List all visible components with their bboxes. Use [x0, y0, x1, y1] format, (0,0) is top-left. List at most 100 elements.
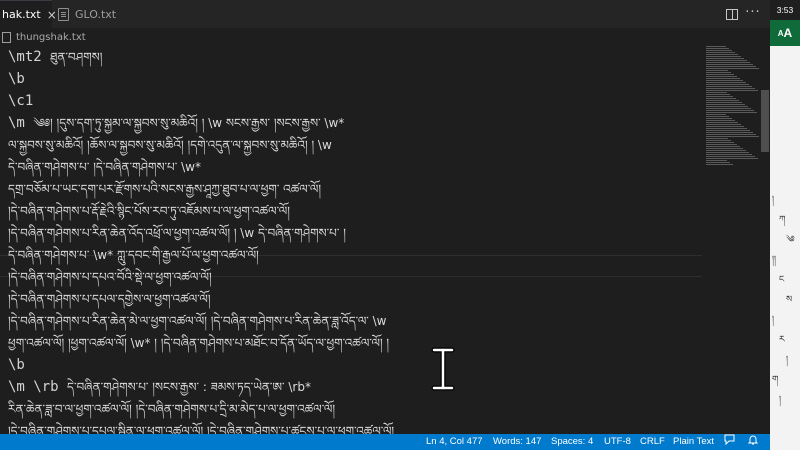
minimap-line [706, 108, 751, 109]
breadcrumb[interactable]: thungshak.txt [0, 28, 770, 46]
minimap[interactable] [704, 46, 760, 166]
vertical-scrollbar[interactable] [760, 46, 770, 434]
code-line[interactable]: ཕྱག་འཚལ་ལོ། །ཕྱག་འཚལ་ལོ། \w* ། །དེ་བཞིན་… [8, 332, 389, 354]
minimap-line [706, 74, 734, 75]
side-glyph: ར [779, 335, 785, 345]
minimap-line [706, 68, 759, 69]
code-line[interactable]: \mt2 ཐུན་བཤགས། [8, 46, 102, 68]
minimap-line [706, 54, 738, 55]
minimap-line [706, 76, 737, 77]
font-size-button[interactable]: AA [770, 20, 800, 46]
encoding[interactable]: UTF-8 [604, 434, 631, 450]
minimap-line [706, 132, 753, 133]
feedback-icon[interactable] [724, 434, 735, 450]
minimap-line [706, 164, 733, 165]
minimap-line [706, 158, 758, 159]
scrollbar-thumb[interactable] [761, 90, 769, 152]
code-line[interactable]: \b [8, 354, 25, 376]
minimap-line [706, 128, 747, 129]
minimap-line [706, 146, 740, 147]
minimap-line [706, 120, 735, 121]
minimap-line [706, 92, 727, 93]
minimap-line [706, 160, 727, 161]
text-area[interactable]: \mt2 ཐུན་བཤགས། \b \c1 \m ༄༅། །དུས་དག་ཏུ་… [0, 46, 702, 434]
minimap-line [706, 52, 735, 53]
code-line[interactable]: \c1 [8, 90, 33, 112]
side-glyph: ས [786, 295, 793, 305]
minimap-line [706, 162, 730, 163]
indentation[interactable]: Spaces: 4 [551, 434, 593, 450]
side-glyph: ། [786, 355, 788, 365]
side-glyph: ག [772, 375, 779, 385]
minimap-line [706, 148, 743, 149]
code-line[interactable]: །དེ་བཞིན་གཤེགས་པ་དཔལ་སྦྱིན་ལ་ཕྱག་འཚལ་ལོ།… [8, 420, 394, 434]
minimap-line [706, 72, 731, 73]
minimap-line [706, 112, 757, 113]
minimap-line [706, 100, 739, 101]
code-line[interactable]: །དེ་བཞིན་གཤེགས་པ་དཔལ་དགྱེས་ལ་ཕྱག་འཚལ་ལོ། [8, 288, 211, 310]
code-line[interactable]: །དེ་བཞིན་གཤེགས་པ་རྡོ་རྗེའི་སྙིང་པོས་རབ་ཏ… [8, 200, 290, 222]
language-mode[interactable]: Plain Text [673, 434, 714, 450]
minimap-line [706, 142, 734, 143]
minimap-line [706, 124, 741, 125]
minimap-line [706, 152, 749, 153]
side-glyph: ། [772, 315, 774, 325]
code-line[interactable]: དེ་བཞིན་གཤེགས་པ་ \w* ཀླུ་དབང་གི་རྒྱལ་པོ་… [8, 244, 259, 266]
side-app-panel: 3:53 AA ། ཀ ༄ །། ང ས ། ར ། ག ། [770, 0, 800, 450]
minimap-line [706, 62, 750, 63]
minimap-line [706, 94, 730, 95]
minimap-line [706, 98, 736, 99]
minimap-line [706, 70, 728, 71]
minimap-line [706, 80, 743, 81]
minimap-line [706, 48, 729, 49]
code-line[interactable]: \m ༄༅། །དུས་དག་ཏུ་སྐྱམ་ལ་སྐྱབས་སུ་མཆིའོ།… [8, 112, 344, 134]
minimap-line [706, 114, 726, 115]
code-line[interactable]: ལ་སྐྱབས་སུ་མཆིའོ། །ཆོས་ལ་སྐྱབས་སུ་མཆིའོ།… [8, 134, 332, 156]
word-count: Words: 147 [493, 436, 542, 447]
minimap-line [706, 88, 755, 89]
code-editor[interactable]: hak.txt × GLO.txt ··· thungshak.txt \mt2… [0, 0, 770, 450]
minimap-line [706, 136, 759, 137]
minimap-line [706, 82, 746, 83]
code-line[interactable]: དེ་བཞིན་གཤེགས་པ་ །དེ་བཞིན་གཤེགས་པ་ \w* [8, 156, 201, 178]
minimap-line [706, 154, 752, 155]
code-line[interactable]: \m \rb དེ་བཞིན་གཤེགས་པ་ །སངས་རྒྱས་ : ཟམས… [8, 376, 311, 398]
side-glyph: ། [772, 195, 774, 205]
tab-hak-txt[interactable]: hak.txt × [0, 0, 57, 28]
minimap-line [706, 56, 741, 57]
minimap-line [706, 78, 740, 79]
tab-glo-txt[interactable]: GLO.txt [54, 0, 140, 28]
minimap-line [706, 50, 732, 51]
status-bar: Ln 4, Col 477 Words: 147 Spaces: 4 UTF-8… [0, 434, 770, 450]
split-editor-icon[interactable] [724, 6, 740, 22]
code-line[interactable]: །དེ་བཞིན་གཤེགས་པ་དཔའ་བོའི་སྡེ་ལ་ཕྱག་འཚལ་… [8, 266, 212, 288]
more-actions-icon[interactable]: ··· [745, 4, 761, 20]
minimap-line [706, 64, 753, 65]
minimap-line [706, 104, 745, 105]
code-line[interactable]: །དེ་བཞིན་གཤེགས་པ་རིན་ཆེན་འོད་འཕྲོ་ལ་ཕྱག་… [8, 222, 346, 244]
minimap-line [706, 102, 742, 103]
notifications-bell-icon[interactable] [747, 434, 759, 450]
minimap-line [706, 84, 749, 85]
code-line[interactable]: དགྲ་བཅོམ་པ་ཡང་དག་པར་རྫོགས་པའི་སངས་རྒྱས་ཤ… [8, 178, 321, 200]
minimap-line [706, 46, 726, 47]
code-line[interactable]: རིན་ཆེན་ཟླ་བ་ལ་ཕྱག་འཚལ་ལོ། །དེ་བཞིན་གཤེག… [8, 398, 335, 420]
code-line[interactable]: \b [8, 68, 25, 90]
breadcrumb-file[interactable]: thungshak.txt [16, 32, 86, 43]
minimap-line [706, 110, 754, 111]
text-cursor-icon [431, 347, 455, 391]
minimap-line [706, 86, 752, 87]
minimap-line [706, 90, 758, 91]
minimap-line [706, 134, 756, 135]
clock: 3:53 [770, 0, 800, 20]
file-icon [2, 31, 11, 43]
minimap-line [706, 66, 756, 67]
code-line[interactable]: །དེ་བཞིན་གཤེགས་པ་རིན་ཆེན་མེ་ལ་ཕྱག་འཚལ་ལོ… [8, 310, 387, 332]
minimap-line [706, 58, 744, 59]
tab-bar: hak.txt × GLO.txt ··· [0, 0, 770, 28]
line-ending[interactable]: CRLF [640, 434, 665, 450]
side-glyph: །། [772, 255, 776, 265]
minimap-line [706, 156, 755, 157]
minimap-line [706, 126, 744, 127]
cursor-position[interactable]: Ln 4, Col 477 [426, 434, 483, 450]
